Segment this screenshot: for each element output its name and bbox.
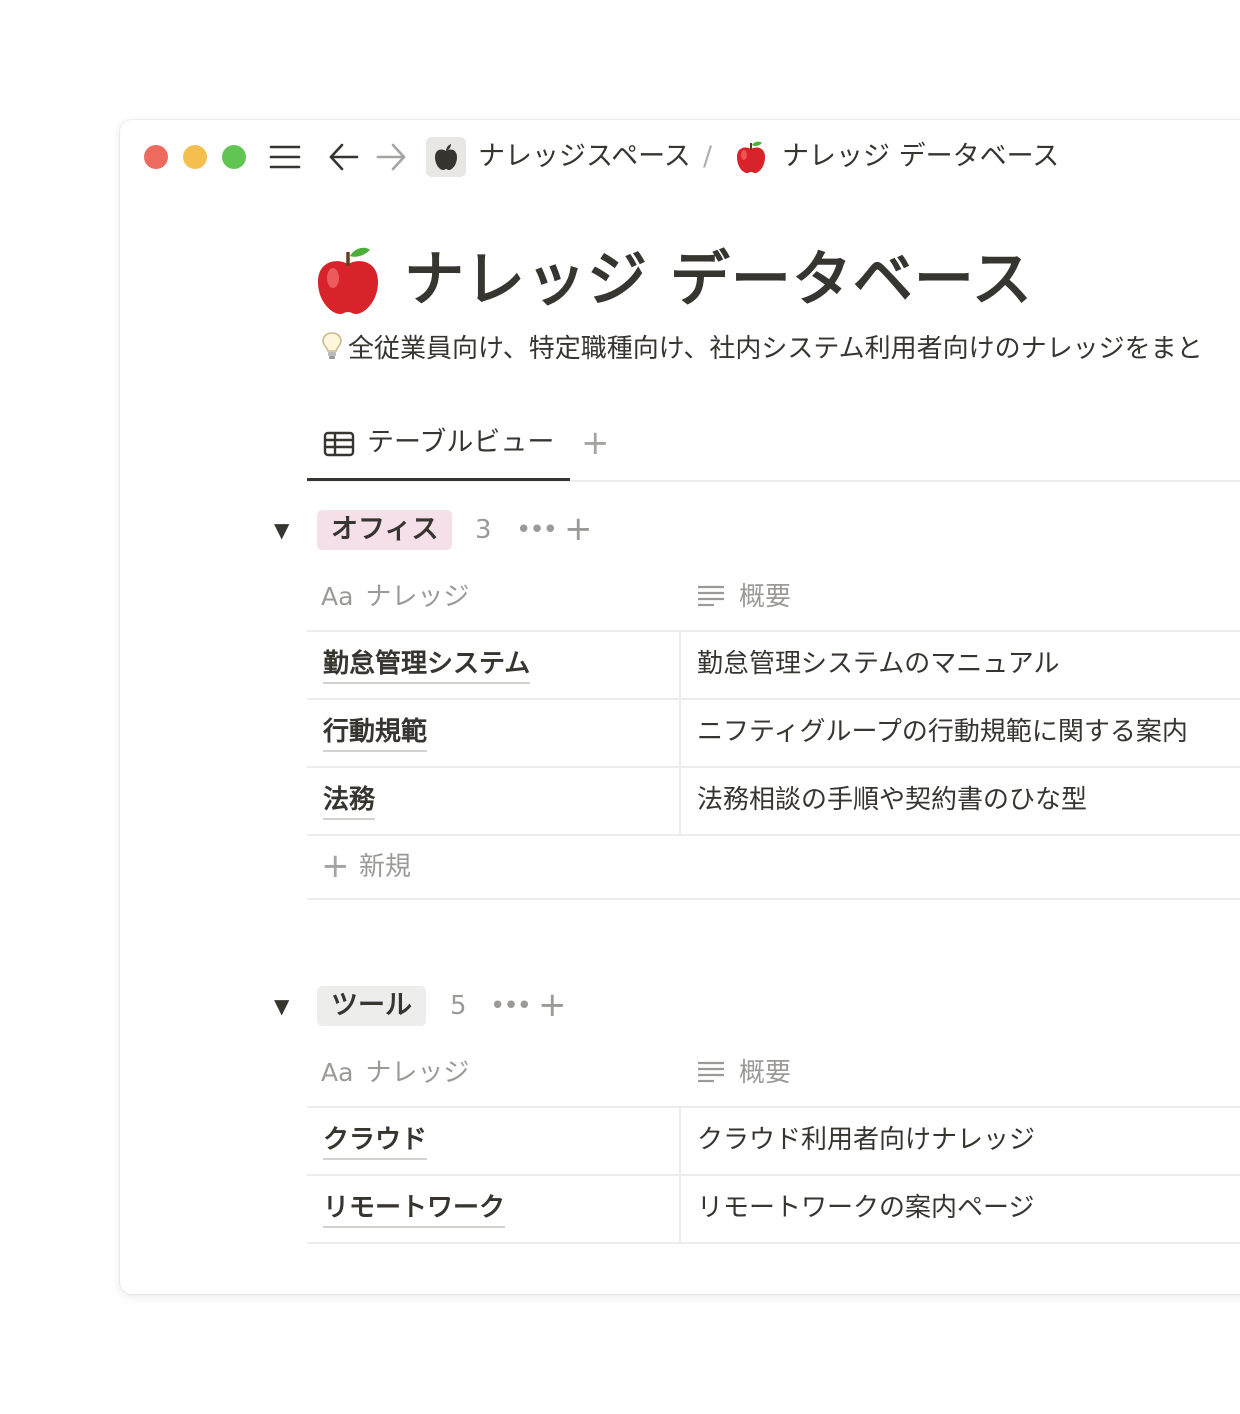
page-icon[interactable] bbox=[312, 244, 384, 316]
new-row-button[interactable]: + 新規 bbox=[307, 836, 1240, 900]
table-row[interactable]: 法務 法務相談の手順や契約書のひな型 bbox=[307, 768, 1240, 836]
breadcrumb-workspace[interactable]: ナレッジスペース bbox=[478, 139, 691, 175]
row-title[interactable]: 勤怠管理システム bbox=[323, 646, 531, 684]
new-row-label: 新規 bbox=[359, 852, 412, 882]
row-title[interactable]: 法務 bbox=[323, 782, 376, 820]
hamburger-icon[interactable] bbox=[268, 140, 302, 174]
group-label-office[interactable]: オフィス bbox=[317, 510, 453, 550]
row-summary[interactable]: 法務相談の手順や契約書のひな型 bbox=[697, 782, 1087, 818]
aa-text-icon: Aa bbox=[321, 582, 354, 611]
group-label-tools[interactable]: ツール bbox=[317, 986, 426, 1026]
view-tabs: テーブルビュー + bbox=[307, 420, 1240, 482]
page-title[interactable]: ナレッジ データベース bbox=[404, 238, 1033, 322]
zoom-window-button[interactable] bbox=[222, 145, 246, 169]
row-title[interactable]: リモートワーク bbox=[323, 1190, 506, 1228]
workspace-icon[interactable] bbox=[426, 137, 466, 177]
group-count: 3 bbox=[475, 515, 492, 545]
tab-table-view[interactable]: テーブルビュー bbox=[307, 420, 570, 481]
aa-text-icon: Aa bbox=[321, 1058, 354, 1087]
description-text: 全従業員向け、特定職種向け、社内システム利用者向けのナレッジをまと bbox=[348, 334, 1203, 364]
column-divider bbox=[679, 632, 681, 698]
page-description[interactable]: 全従業員向け、特定職種向け、社内システム利用者向けのナレッジをまと bbox=[320, 330, 1203, 368]
row-title[interactable]: 行動規範 bbox=[323, 714, 428, 752]
tools-table: Aa ナレッジ 概要 クラウド クラウド利用者向けナレッジ リモートワーク リモー… bbox=[307, 1040, 1240, 1244]
red-apple-icon bbox=[737, 141, 765, 173]
more-options-icon[interactable]: ••• bbox=[490, 986, 532, 1026]
column-header-summary[interactable]: 概要 bbox=[697, 564, 791, 630]
more-options-icon[interactable]: ••• bbox=[516, 510, 558, 550]
lines-icon bbox=[698, 1061, 724, 1083]
row-summary[interactable]: ニフティグループの行動規範に関する案内 bbox=[697, 714, 1188, 750]
column-divider bbox=[679, 1108, 681, 1174]
column-divider bbox=[679, 768, 681, 834]
column-divider bbox=[679, 700, 681, 766]
arrow-right-icon[interactable] bbox=[374, 140, 408, 174]
table-row[interactable]: クラウド クラウド利用者向けナレッジ bbox=[307, 1108, 1240, 1176]
column-header-summary[interactable]: 概要 bbox=[697, 1040, 791, 1106]
collapse-caret-icon[interactable]: ▼ bbox=[274, 518, 289, 542]
table-header: Aa ナレッジ 概要 bbox=[307, 1040, 1240, 1108]
collapse-caret-icon[interactable]: ▼ bbox=[274, 994, 289, 1018]
column-title-label: ナレッジ bbox=[365, 1058, 470, 1088]
column-header-title[interactable]: Aa ナレッジ bbox=[321, 564, 469, 630]
app-window: ナレッジスペース / ナレッジ データベース ナレッジ データベース 全従業員向… bbox=[120, 120, 1240, 1294]
column-summary-label: 概要 bbox=[739, 1058, 792, 1088]
table-row[interactable]: リモートワーク リモートワークの案内ページ bbox=[307, 1176, 1240, 1244]
column-header-title[interactable]: Aa ナレッジ bbox=[321, 1040, 469, 1106]
plus-icon: + bbox=[321, 846, 350, 886]
row-summary[interactable]: クラウド利用者向けナレッジ bbox=[697, 1122, 1035, 1158]
group-add-button[interactable]: + bbox=[564, 510, 593, 548]
table-header: Aa ナレッジ 概要 bbox=[307, 564, 1240, 632]
group-header-tools: ▼ ツール 5 ••• + bbox=[270, 986, 670, 1026]
group-add-button[interactable]: + bbox=[538, 986, 567, 1024]
column-title-label: ナレッジ bbox=[365, 582, 470, 612]
column-divider bbox=[679, 1176, 681, 1242]
breadcrumb-page[interactable]: ナレッジ データベース bbox=[782, 139, 1059, 175]
row-summary[interactable]: リモートワークの案内ページ bbox=[697, 1190, 1034, 1226]
lightbulb-icon bbox=[322, 332, 342, 359]
group-count: 5 bbox=[450, 991, 467, 1021]
table-row[interactable]: 勤怠管理システム 勤怠管理システムのマニュアル bbox=[307, 632, 1240, 700]
lines-icon bbox=[698, 585, 724, 607]
breadcrumb-separator: / bbox=[703, 141, 713, 172]
table-icon bbox=[323, 431, 355, 457]
column-summary-label: 概要 bbox=[739, 582, 792, 612]
add-view-button[interactable]: + bbox=[581, 422, 610, 464]
arrow-left-icon[interactable] bbox=[327, 140, 361, 174]
table-row[interactable]: 行動規範 ニフティグループの行動規範に関する案内 bbox=[307, 700, 1240, 768]
close-window-button[interactable] bbox=[144, 145, 168, 169]
tab-table-view-label: テーブルビュー bbox=[367, 427, 555, 458]
office-table: Aa ナレッジ 概要 勤怠管理システム 勤怠管理システムのマニュアル 行動規範 ニ… bbox=[307, 564, 1240, 900]
minimize-window-button[interactable] bbox=[183, 145, 207, 169]
row-title[interactable]: クラウド bbox=[323, 1122, 428, 1160]
apple-logo-icon bbox=[435, 144, 457, 170]
title-bar: ナレッジスペース / ナレッジ データベース bbox=[120, 120, 1240, 194]
group-header-office: ▼ オフィス 3 ••• + bbox=[270, 510, 670, 550]
row-summary[interactable]: 勤怠管理システムのマニュアル bbox=[697, 646, 1059, 682]
